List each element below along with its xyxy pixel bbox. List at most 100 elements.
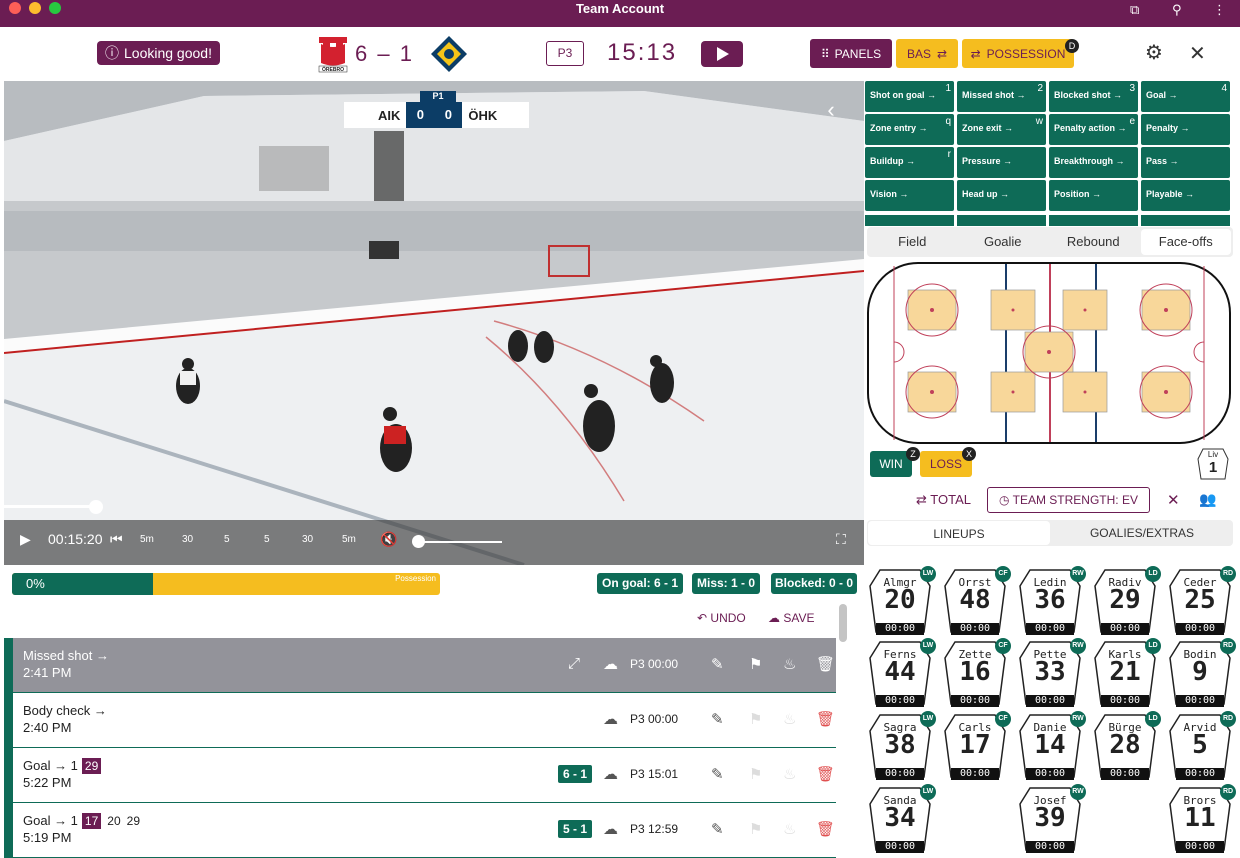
player-card[interactable]: Ceder 25 00:00 RD [1168, 566, 1236, 636]
trash-icon[interactable]: 🗑 [816, 655, 835, 673]
tab-face-offs[interactable]: Face-offs [1140, 229, 1231, 255]
bas-button[interactable]: BAS ⇄ [896, 39, 958, 68]
close-icon[interactable]: ✕ [1189, 41, 1206, 66]
event-row[interactable]: Goal → 1 17 20 29 5:19 PM 5 - 1 ☁ P3 12:59 … [4, 803, 836, 858]
flag-icon[interactable]: ⚑ [749, 655, 762, 673]
possession-button[interactable]: ⇄ POSSESSION [962, 39, 1074, 68]
event-row[interactable]: Goal → 1 29 5:22 PM 6 - 1 ☁ P3 15:01 ✎ ⚑ … [4, 748, 836, 803]
mute-icon[interactable]: 🔇 [380, 531, 397, 548]
player-card[interactable]: Karls 21 00:00 LD [1093, 638, 1161, 708]
shortcut-button[interactable]: Head up → [957, 180, 1046, 211]
cloud-upload-icon[interactable]: ☁ [603, 710, 618, 728]
shortcut-button[interactable]: Pass → [1141, 147, 1230, 178]
frame-back-icon[interactable]: ⏮ [110, 531, 123, 548]
shortcut-button[interactable]: Breakthrough → [1049, 147, 1138, 178]
player-card[interactable]: Bodin 9 00:00 RD [1168, 638, 1236, 708]
chevron-left-icon[interactable]: ‹ [816, 96, 846, 126]
shortcut-button[interactable]: Blocked shot → 3 [1049, 81, 1138, 112]
tab-rebound[interactable]: Rebound [1048, 227, 1139, 257]
event-row[interactable]: Body check → 2:40 PM ☁ P3 00:00 ✎ ⚑ ♨ 🗑 [4, 693, 836, 748]
player-card[interactable]: Brors 11 00:00 RD [1168, 784, 1236, 854]
forward-5m-icon[interactable]: 5m [342, 534, 356, 545]
player-card[interactable]: Orrst 48 00:00 CF [943, 566, 1011, 636]
fire-icon[interactable]: ♨ [783, 765, 796, 783]
video-player[interactable]: AIK 0 0 ÖHK P1 ‹ [4, 81, 864, 565]
save-button[interactable]: ☁ SAVE [768, 611, 814, 625]
trash-icon[interactable]: 🗑 [816, 710, 835, 728]
flag-icon[interactable]: ⚑ [749, 820, 762, 838]
video-seek-handle[interactable] [89, 500, 103, 514]
people-icon[interactable]: 👥 [1199, 491, 1216, 508]
clock-play-button[interactable] [701, 41, 743, 67]
player-card[interactable]: Arvid 5 00:00 RD [1168, 711, 1236, 781]
expand-icon[interactable]: ⤢ [568, 655, 580, 672]
shortcut-button[interactable]: Missed shot → 2 [957, 81, 1046, 112]
shortcut-button[interactable]: Penalty action → e [1049, 114, 1138, 145]
fire-icon[interactable]: ♨ [783, 710, 796, 728]
shortcut-button[interactable]: Pressure → [957, 147, 1046, 178]
player-card[interactable]: Ledin 36 00:00 RW [1018, 566, 1086, 636]
edit-icon[interactable]: ✎ [711, 765, 724, 783]
rewind-5-icon[interactable]: 5 [224, 534, 230, 545]
player-card[interactable]: Zette 16 00:00 CF [943, 638, 1011, 708]
player-card[interactable]: Sanda 34 00:00 LW [868, 784, 936, 854]
shortcut-button[interactable]: Goal → 4 [1141, 81, 1230, 112]
shortcut-button[interactable]: Zone exit → w [957, 114, 1046, 145]
undo-button[interactable]: ↶ UNDO [697, 611, 746, 625]
shortcut-button[interactable]: Position → [1049, 180, 1138, 211]
player-card[interactable]: Ferns 44 00:00 LW [868, 638, 936, 708]
player-card[interactable]: Bürge 28 00:00 LD [1093, 711, 1161, 781]
volume-handle[interactable] [412, 535, 425, 548]
player-card[interactable]: Almgr 20 00:00 LW [868, 566, 936, 636]
fullscreen-icon[interactable]: ⛶ [836, 531, 846, 548]
total-toggle[interactable]: ⇄ TOTAL [916, 492, 971, 508]
search-icon[interactable]: ⚲ [1172, 2, 1182, 18]
line-selector[interactable]: Liv 1 [1197, 447, 1229, 481]
rewind-5m-icon[interactable]: 5m [140, 534, 154, 545]
player-card[interactable]: Josef 39 00:00 RW [1018, 784, 1086, 854]
tab-field[interactable]: Field [867, 227, 958, 257]
trash-icon[interactable]: 🗑 [816, 765, 835, 783]
clear-icon[interactable]: ✕ [1167, 491, 1180, 509]
trash-icon[interactable]: 🗑 [816, 820, 835, 838]
forward-30-icon[interactable]: 30 [302, 534, 313, 545]
team-strength-button[interactable]: ◷ TEAM STRENGTH: EV [987, 487, 1150, 513]
edit-icon[interactable]: ✎ [711, 655, 724, 673]
gear-icon[interactable]: ⚙ [1143, 42, 1165, 64]
shortcut-button[interactable]: Zone entry → q [865, 114, 954, 145]
edit-icon[interactable]: ✎ [711, 820, 724, 838]
translate-icon[interactable]: ⧉ [1130, 2, 1139, 18]
video-seek-progress[interactable] [4, 505, 96, 508]
play-icon[interactable]: ▶ [20, 531, 31, 548]
shortcut-button[interactable]: Buildup → r [865, 147, 954, 178]
player-card[interactable]: Sagra 38 00:00 LW [868, 711, 936, 781]
game-clock[interactable]: 15:13 [607, 39, 677, 67]
fire-icon[interactable]: ♨ [783, 820, 796, 838]
shortcut-button[interactable]: Playable → [1141, 180, 1230, 211]
player-card[interactable]: Carls 17 00:00 CF [943, 711, 1011, 781]
faceoff-rink[interactable] [867, 262, 1231, 444]
cloud-upload-icon[interactable]: ☁ [603, 820, 618, 838]
rewind-30-icon[interactable]: 30 [182, 534, 193, 545]
tab-goalies-extras[interactable]: GOALIES/EXTRAS [1051, 520, 1233, 546]
flag-icon[interactable]: ⚑ [749, 765, 762, 783]
flag-icon[interactable]: ⚑ [749, 710, 762, 728]
events-scrollbar[interactable] [839, 604, 847, 642]
player-card[interactable]: Radiv 29 00:00 LD [1093, 566, 1161, 636]
tab-goalie[interactable]: Goalie [958, 227, 1049, 257]
event-row[interactable]: Missed shot → 2:41 PM ⤢ ☁ P3 00:00 ✎ ⚑ ♨… [4, 638, 836, 693]
edit-icon[interactable]: ✎ [711, 710, 724, 728]
player-card[interactable]: Pette 33 00:00 RW [1018, 638, 1086, 708]
volume-slider[interactable] [418, 541, 502, 543]
player-card[interactable]: Danie 14 00:00 RW [1018, 711, 1086, 781]
forward-5-icon[interactable]: 5 [264, 534, 270, 545]
shortcut-button[interactable]: Penalty → [1141, 114, 1230, 145]
panels-button[interactable]: ⠿ PANELS [810, 39, 892, 68]
tab-lineups[interactable]: LINEUPS [868, 521, 1050, 545]
fire-icon[interactable]: ♨ [783, 655, 796, 673]
more-icon[interactable]: ⋮ [1213, 2, 1226, 18]
shortcut-button[interactable]: Shot on goal → 1 [865, 81, 954, 112]
shortcut-button[interactable]: Vision → [865, 180, 954, 211]
period-indicator[interactable]: P3 [546, 41, 584, 66]
cloud-upload-icon[interactable]: ☁ [603, 655, 618, 673]
